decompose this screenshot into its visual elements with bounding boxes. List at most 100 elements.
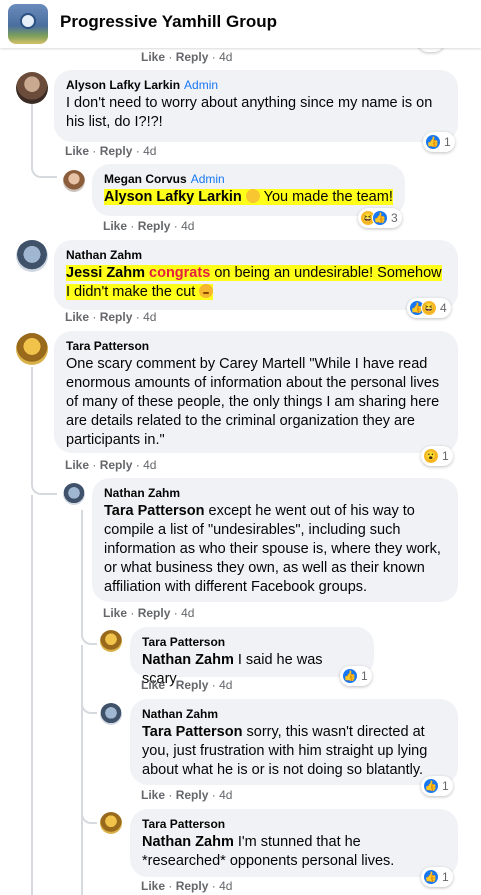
avatar[interactable] xyxy=(63,170,85,192)
separator: · xyxy=(135,458,140,472)
comment-author: Megan Corvus Admin xyxy=(104,172,393,186)
comment-bubble: Alyson Lafky Larkin Admin I don't need to… xyxy=(54,70,458,142)
timestamp[interactable]: 4d xyxy=(143,458,156,472)
avatar[interactable] xyxy=(16,240,48,272)
like-link[interactable]: Like xyxy=(141,788,165,802)
timestamp[interactable]: 4d xyxy=(181,219,194,233)
comment-author: Tara Patterson xyxy=(66,339,446,353)
highlighted-word: congrats xyxy=(149,265,211,281)
mention[interactable]: Nathan Zahm xyxy=(142,652,234,668)
mention[interactable]: Nathan Zahm xyxy=(142,834,234,850)
separator: · xyxy=(92,458,97,472)
group-logo[interactable] xyxy=(8,4,48,44)
reply-link[interactable]: Reply xyxy=(100,458,133,472)
reaction-summary[interactable]: 👍 1 xyxy=(423,132,455,152)
author-name[interactable]: Megan Corvus xyxy=(104,172,187,186)
thread-elbow xyxy=(31,470,57,495)
like-link[interactable]: Like xyxy=(65,144,89,158)
reply-link[interactable]: Reply xyxy=(176,50,209,64)
reply-link[interactable]: Reply xyxy=(176,879,209,893)
reply-link[interactable]: Reply xyxy=(176,788,209,802)
reaction-count: 1 xyxy=(444,135,451,149)
separator: · xyxy=(211,879,216,893)
thumbs-up-icon: 👍 xyxy=(423,869,439,885)
mention[interactable]: Jessi Zahm xyxy=(66,265,145,281)
comment-actions: Like · Reply · 4d xyxy=(65,144,156,158)
thumbs-up-icon: 👍 xyxy=(372,210,388,226)
avatar[interactable] xyxy=(100,630,122,652)
thread-elbow xyxy=(31,150,57,178)
author-name[interactable]: Tara Patterson xyxy=(66,339,149,353)
comment-author: Tara Patterson xyxy=(142,817,446,831)
timestamp[interactable]: 4d xyxy=(143,310,156,324)
reply-link[interactable]: Reply xyxy=(100,144,133,158)
timestamp[interactable]: 4d xyxy=(181,606,194,620)
comment-actions: Like · Reply · 4d xyxy=(141,788,232,802)
timestamp[interactable]: 4d xyxy=(143,144,156,158)
comment-bubble: Tara Patterson One scary comment by Care… xyxy=(54,331,458,453)
separator: · xyxy=(92,144,97,158)
comment-actions: Like · Reply · 4d xyxy=(103,219,194,233)
mention[interactable]: Tara Patterson xyxy=(104,503,204,519)
group-header: Progressive Yamhill Group xyxy=(0,0,481,48)
comment-text: Nathan Zahm I'm stunned that he *researc… xyxy=(142,833,446,871)
admin-badge: Admin xyxy=(190,172,225,186)
author-name[interactable]: Alyson Lafky Larkin xyxy=(66,78,180,92)
separator: · xyxy=(168,50,173,64)
like-link[interactable]: Like xyxy=(141,50,165,64)
reaction-summary[interactable]: 👍 1 xyxy=(340,666,372,686)
author-name[interactable]: Tara Patterson xyxy=(142,635,225,649)
like-link[interactable]: Like xyxy=(103,219,127,233)
separator: · xyxy=(135,310,140,324)
timestamp[interactable]: 4d xyxy=(219,50,232,64)
reaction-summary[interactable]: 👍 😆 4 xyxy=(407,298,451,318)
separator: · xyxy=(168,879,173,893)
thread-elbow xyxy=(81,620,97,645)
mention[interactable]: Alyson Lafky Larkin xyxy=(104,189,242,205)
like-link[interactable]: Like xyxy=(141,678,165,692)
author-name[interactable]: Nathan Zahm xyxy=(104,486,180,500)
author-name[interactable]: Tara Patterson xyxy=(142,817,225,831)
reaction-summary[interactable]: 😮 1 xyxy=(421,446,453,466)
reply-link[interactable]: Reply xyxy=(176,678,209,692)
like-link[interactable]: Like xyxy=(141,879,165,893)
author-name[interactable]: Nathan Zahm xyxy=(142,707,218,721)
comment-bubble: Nathan Zahm Jessi Zahm congrats on being… xyxy=(54,240,458,310)
timestamp[interactable]: 4d xyxy=(219,678,232,692)
reaction-summary[interactable]: 👍 1 xyxy=(421,867,453,887)
comment-body: You made the team! xyxy=(263,189,393,205)
comment-text: Jessi Zahm congrats on being an undesira… xyxy=(66,264,446,302)
separator: · xyxy=(130,219,135,233)
like-link[interactable]: Like xyxy=(103,606,127,620)
avatar[interactable] xyxy=(16,72,48,104)
reaction-summary[interactable]: 👍 1 xyxy=(421,776,453,796)
reaction-summary[interactable]: 😆 👍 3 xyxy=(358,208,402,228)
admin-badge: Admin xyxy=(184,78,219,92)
reply-link[interactable]: Reply xyxy=(100,310,133,324)
separator: · xyxy=(173,606,178,620)
avatar[interactable] xyxy=(100,812,122,834)
reply-link[interactable]: Reply xyxy=(138,219,171,233)
avatar[interactable] xyxy=(63,483,85,505)
comment-author: Tara Patterson xyxy=(142,635,362,649)
thread-line xyxy=(81,645,83,895)
thumbs-up-icon: 👍 xyxy=(342,668,358,684)
timestamp[interactable]: 4d xyxy=(219,788,232,802)
mention[interactable]: Tara Patterson xyxy=(142,724,242,740)
like-link[interactable]: Like xyxy=(65,310,89,324)
group-title[interactable]: Progressive Yamhill Group xyxy=(60,12,277,32)
avatar[interactable] xyxy=(16,333,48,365)
timestamp[interactable]: 4d xyxy=(219,879,232,893)
separator: · xyxy=(168,678,173,692)
comment-actions: Like · Reply · 4d xyxy=(141,879,232,893)
comment-bubble: Nathan Zahm Tara Patterson except he wen… xyxy=(92,478,458,602)
reaction-count: 4 xyxy=(440,301,447,315)
thread-line xyxy=(31,495,33,895)
author-name[interactable]: Nathan Zahm xyxy=(66,248,142,262)
comment-author: Nathan Zahm xyxy=(66,248,446,262)
separator: · xyxy=(168,788,173,802)
like-link[interactable]: Like xyxy=(65,458,89,472)
avatar[interactable] xyxy=(100,703,122,725)
laughing-face-icon: 😆 xyxy=(421,300,437,316)
reply-link[interactable]: Reply xyxy=(138,606,171,620)
